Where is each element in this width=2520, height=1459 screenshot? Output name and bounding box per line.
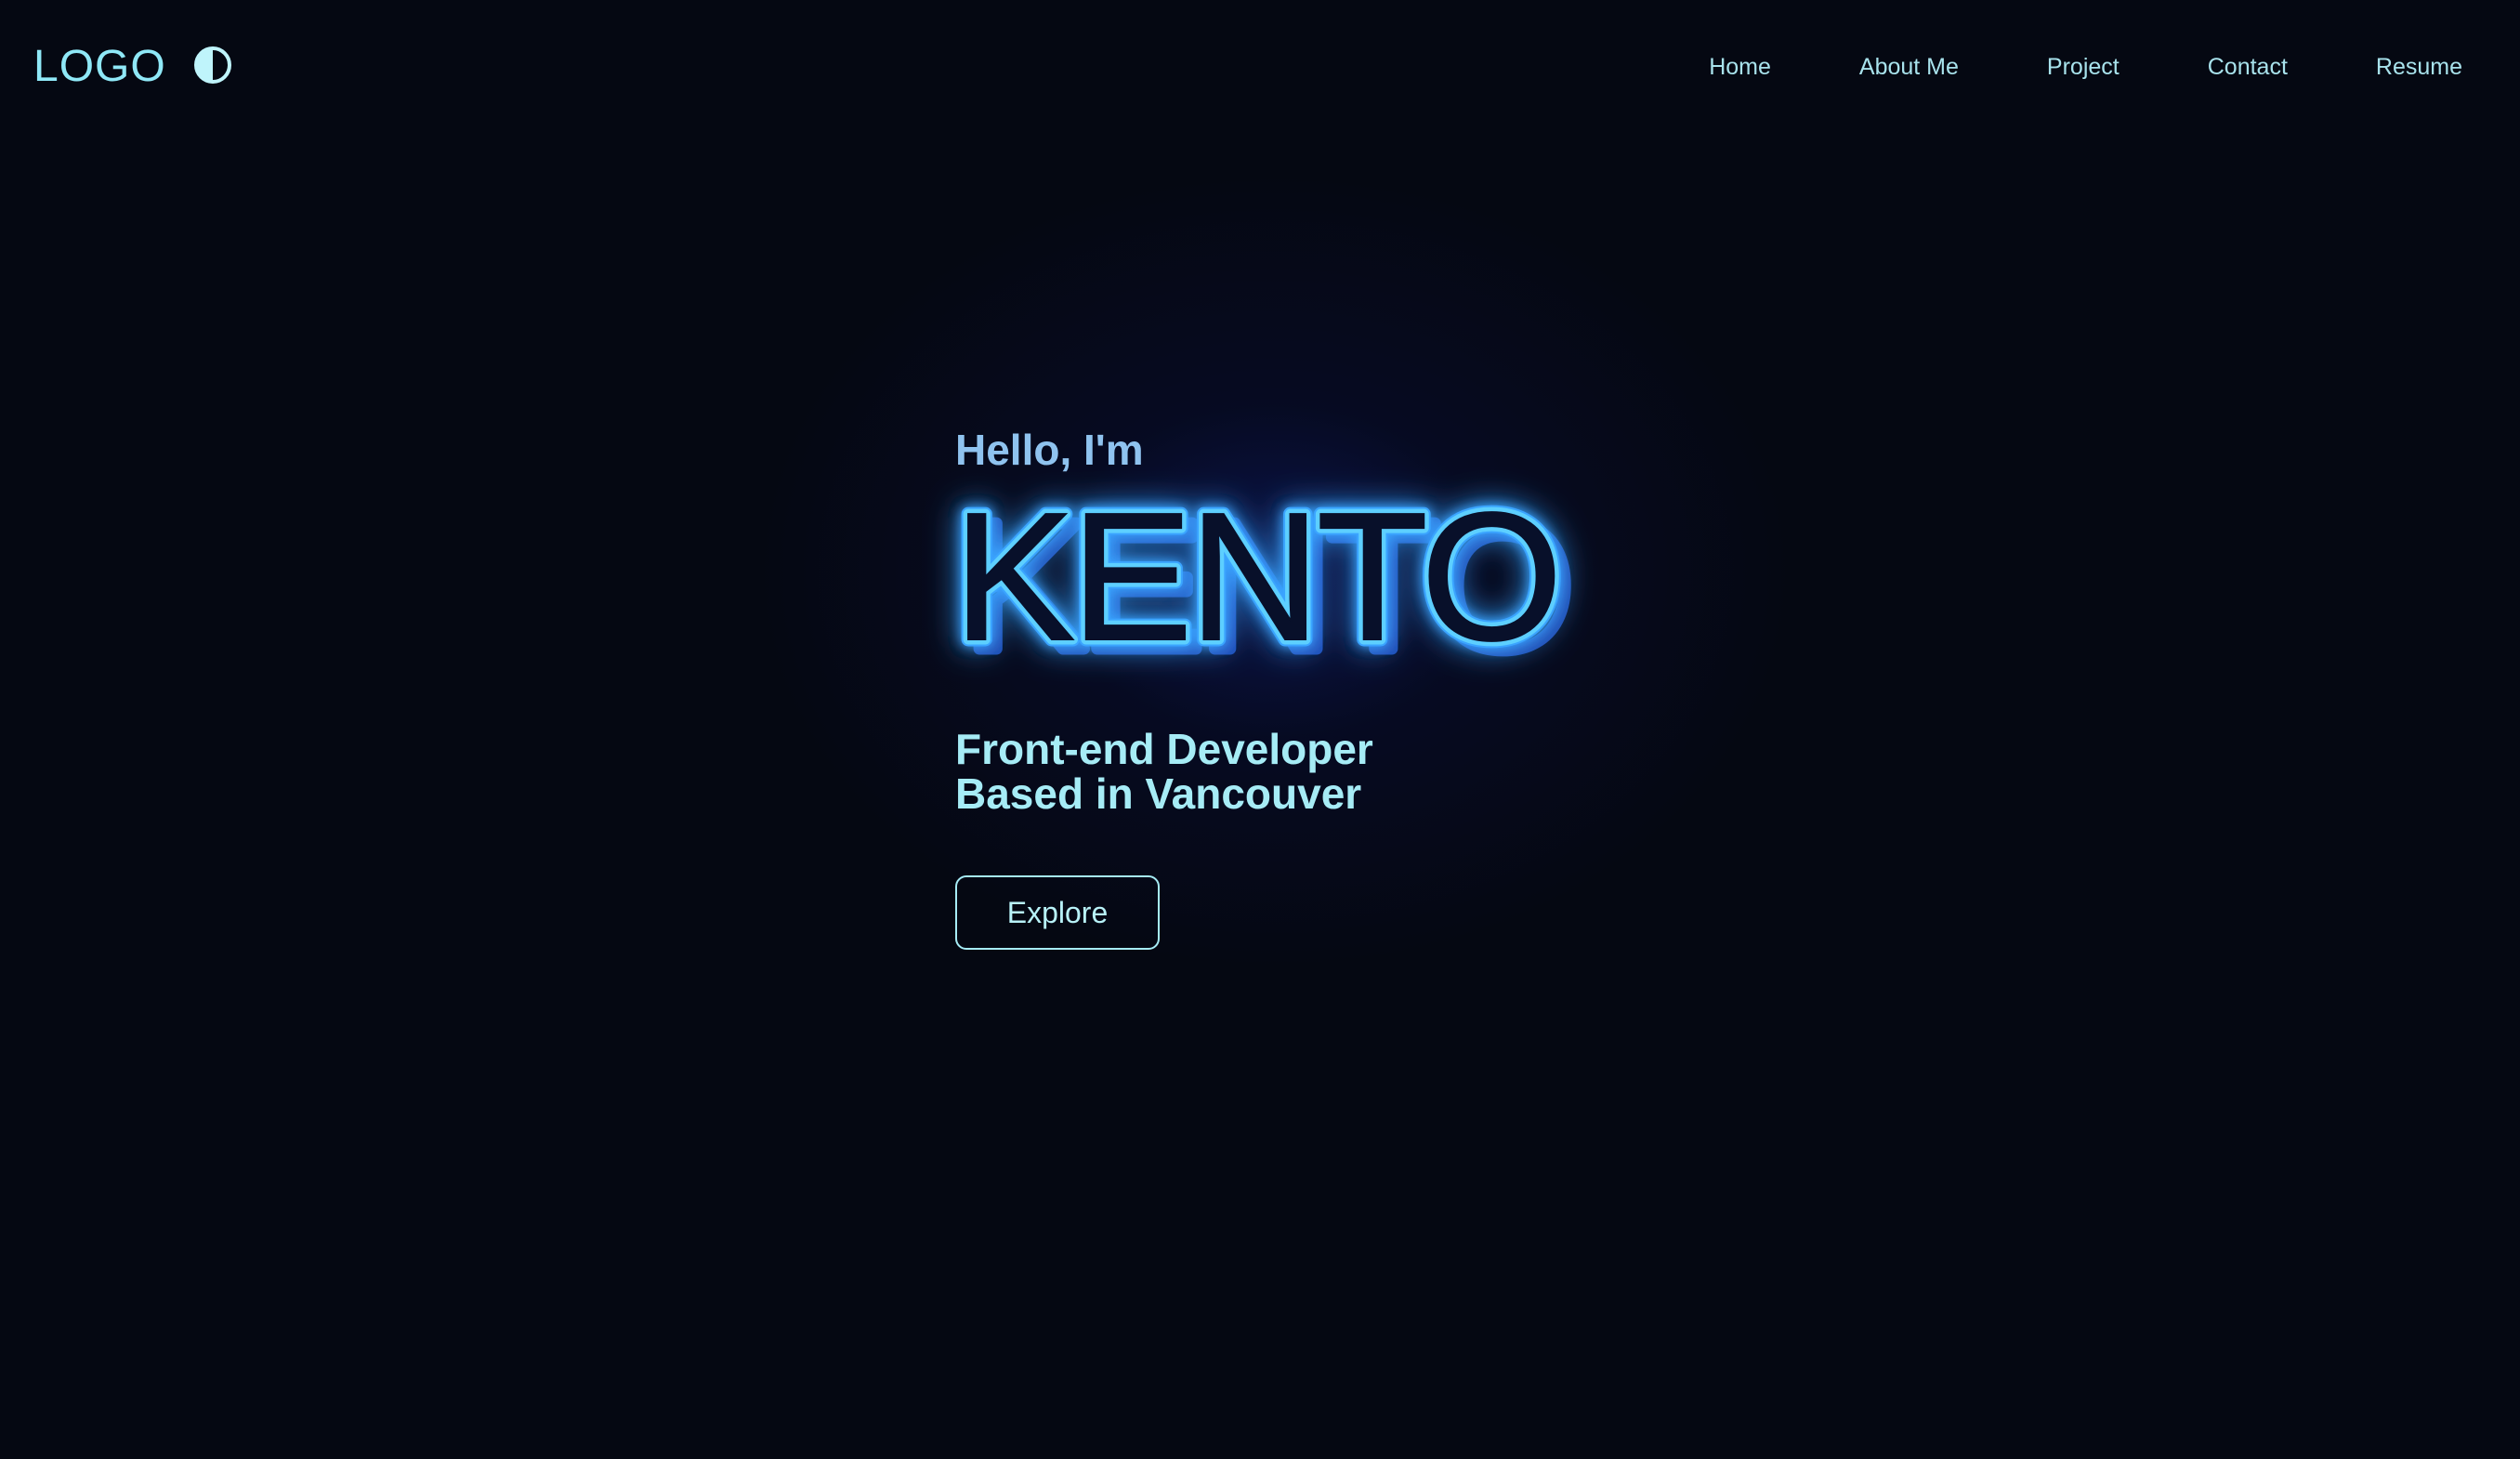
hero-name-neon: KENTO KENTO KENTO KENTO (947, 468, 1619, 694)
main-nav: Home About Me Project Contact Resume (1709, 48, 2462, 85)
site-logo[interactable]: LOGO (33, 41, 166, 93)
hero-tagline-line1: Front-end Developer (955, 725, 1373, 773)
explore-button[interactable]: Explore (955, 875, 1160, 950)
hero-tagline-line2: Based in Vancouver (955, 769, 1362, 818)
nav-item-project[interactable]: Project (2047, 48, 2120, 85)
contrast-half-circle-icon (194, 46, 231, 84)
hero-tagline: Front-end Developer Based in Vancouver (955, 727, 1373, 816)
hero-name-inner: KENTO (953, 475, 1559, 678)
hero-greeting: Hello, I'm (955, 426, 1144, 474)
page-root: LOGO Home About Me Project Contact Resum… (0, 0, 2520, 1459)
nav-item-about-me[interactable]: About Me (1859, 48, 1959, 85)
site-header: LOGO Home About Me Project Contact Resum… (0, 0, 2520, 132)
nav-item-contact[interactable]: Contact (2208, 48, 2288, 85)
nav-item-resume[interactable]: Resume (2376, 48, 2462, 85)
theme-toggle-button[interactable] (192, 45, 233, 85)
neon-name-graphic: KENTO KENTO KENTO KENTO (947, 468, 1581, 694)
nav-item-home[interactable]: Home (1709, 48, 1771, 85)
